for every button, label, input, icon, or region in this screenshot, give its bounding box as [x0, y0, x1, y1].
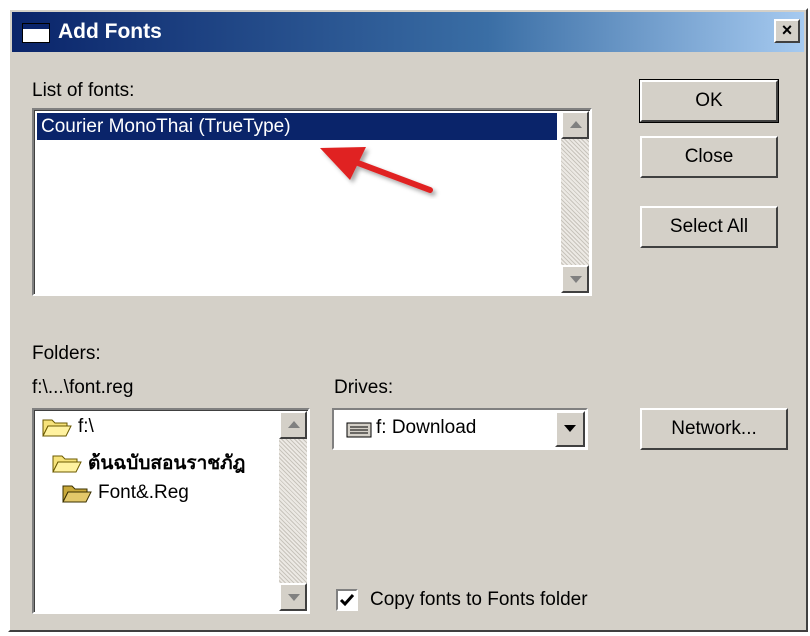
folder-item[interactable]: ต้นฉบับสอนราชภัฎ	[52, 448, 245, 478]
folder-path: f:\...\font.reg	[32, 377, 134, 398]
chevron-down-icon	[288, 594, 300, 601]
scroll-up-button[interactable]	[279, 411, 307, 439]
add-fonts-dialog: Add Fonts × List of fonts: Courier MonoT…	[8, 8, 808, 632]
drive-icon	[346, 422, 372, 438]
folder-item[interactable]: f:\	[42, 416, 94, 438]
scroll-down-button[interactable]	[279, 583, 307, 611]
chevron-down-icon	[564, 425, 576, 432]
open-folder-icon	[42, 419, 72, 437]
folders-label: Folders:	[32, 343, 101, 364]
folder-name: ต้นฉบับสอนราชภัฎ	[88, 453, 246, 474]
folder-item[interactable]: Font&.Reg	[62, 482, 189, 504]
drives-dropdown-button[interactable]	[555, 411, 585, 447]
open-folder-icon	[52, 455, 82, 473]
drives-dropdown[interactable]: f: Download	[332, 408, 588, 450]
copy-fonts-checkbox[interactable]	[336, 589, 358, 611]
folders-scrollbar[interactable]	[279, 411, 307, 611]
chevron-up-icon	[288, 421, 300, 428]
open-folder-icon	[62, 485, 92, 503]
folders-listbox[interactable]: f:\ ต้นฉบับสอนราชภัฎ Font&.Reg	[32, 408, 310, 614]
select-all-button[interactable]: Select All	[640, 206, 778, 248]
check-icon	[339, 594, 355, 607]
network-button[interactable]: Network...	[640, 408, 788, 450]
ok-button[interactable]: OK	[639, 79, 779, 123]
folder-name: Font&.Reg	[98, 482, 189, 503]
folder-name: f:\	[78, 416, 94, 437]
close-button[interactable]: Close	[640, 136, 778, 178]
drives-selected-value: f: Download	[376, 417, 477, 438]
copy-fonts-label[interactable]: Copy fonts to Fonts folder	[370, 589, 588, 611]
drives-label: Drives:	[334, 377, 394, 398]
